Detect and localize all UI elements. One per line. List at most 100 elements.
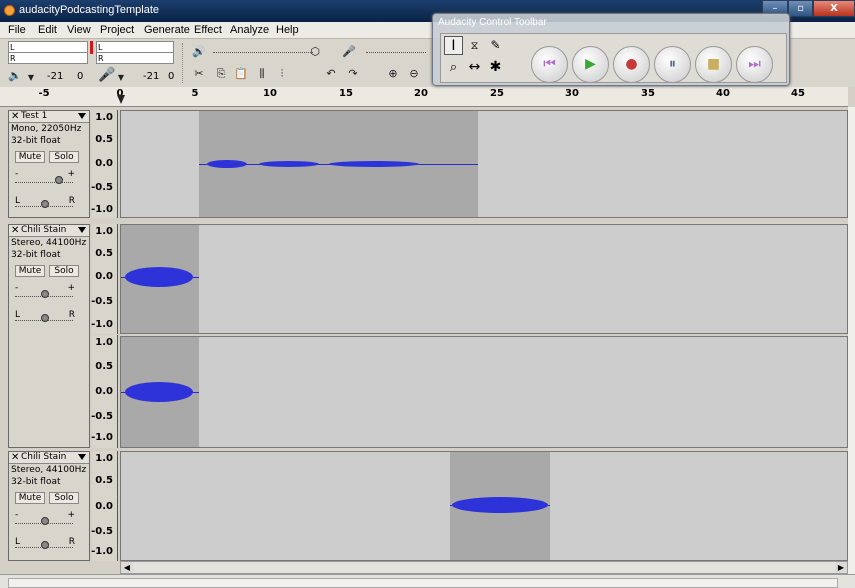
record-icon[interactable]: ● [613,46,650,83]
audio-clip[interactable] [450,452,550,560]
menu-analyze[interactable]: Analyze [230,24,269,36]
audacity-app-icon [4,5,15,16]
audio-clip[interactable] [121,337,199,447]
audio-clip[interactable] [121,225,199,333]
track-header[interactable]: ✕ Chili Stain [9,452,89,464]
gain-plus-label: + [67,283,75,293]
track-control-panel[interactable]: ✕ Chili Stain Stereo, 44100Hz 32-bit flo… [8,451,90,561]
output-volume-slider[interactable] [213,52,313,53]
skip-to-start-icon[interactable]: ⏮ [531,46,568,83]
menu-view[interactable]: View [67,24,91,36]
mute-button[interactable]: Mute [15,492,45,504]
ruler-label: -5 [38,88,50,99]
scale-label: -0.5 [91,526,113,537]
gain-slider-thumb[interactable] [41,517,49,525]
close-track-icon[interactable]: ✕ [11,452,19,463]
time-shift-tool-icon[interactable]: ↔ [465,58,484,77]
envelope-tool-icon[interactable]: ⧖ [465,36,484,55]
zoom-in-icon[interactable]: ⊕ [384,65,402,83]
output-volume-thumb[interactable]: ⬡ [306,43,324,61]
pan-slider-thumb[interactable] [41,541,49,549]
menu-effect[interactable]: Effect [194,24,222,36]
menu-file[interactable]: File [8,24,26,36]
pan-slider[interactable]: LR [15,537,75,549]
gain-minus-label: - [15,510,19,520]
zoom-out-icon[interactable]: ⊖ [405,65,423,83]
undo-icon[interactable]: ↶ [322,65,340,83]
scale-label: 1.0 [95,226,113,237]
gain-slider[interactable]: - + [15,169,75,184]
track-menu-dropdown[interactable] [78,227,86,233]
mute-button[interactable]: Mute [15,151,45,163]
pan-slider-thumb[interactable] [41,200,49,208]
zoom-tool-icon[interactable]: ⌕ [444,58,463,77]
menu-edit[interactable]: Edit [38,24,57,36]
play-icon[interactable]: ▶ [572,46,609,83]
gain-slider-thumb[interactable] [55,176,63,184]
redo-icon[interactable]: ↷ [344,65,362,83]
gain-slider[interactable]: - + [15,283,75,298]
menu-help[interactable]: Help [276,24,299,36]
pan-right-label: R [68,310,75,320]
waveform-area[interactable] [120,110,848,218]
horizontal-scrollbar[interactable]: ◀ ▶ [120,561,848,574]
gain-slider[interactable]: - + [15,510,75,525]
close-track-icon[interactable]: ✕ [11,225,19,236]
waveform-area[interactable] [120,451,848,561]
silence-icon[interactable]: ⫶ [273,65,291,83]
gain-slider-thumb[interactable] [41,290,49,298]
audio-clip[interactable] [199,111,478,217]
playback-meter-dropdown[interactable]: ▼ [22,69,40,87]
gain-minus-label: - [15,169,19,179]
pause-icon[interactable]: ⏸ [654,46,691,83]
scale-label: -1.0 [91,546,113,557]
track-control-panel[interactable]: ✕ Test 1 Mono, 22050Hz 32-bit float Mute… [8,110,90,218]
track-format: Stereo, 44100Hz [11,238,87,248]
record-meter-right[interactable]: R [96,52,174,64]
waveform-area[interactable] [120,336,848,448]
pan-left-label: L [15,310,21,320]
multi-tool-icon[interactable]: ✱ [486,58,505,77]
menu-generate[interactable]: Generate [144,24,190,36]
input-volume-slider[interactable] [366,52,426,53]
scale-label: -1.0 [91,432,113,443]
scroll-left-arrow[interactable]: ◀ [121,562,133,573]
trim-icon[interactable]: ⫼ [253,65,271,83]
solo-button[interactable]: Solo [49,151,79,163]
copy-icon[interactable]: ⎘ [212,65,230,83]
control-toolbar-window[interactable]: Audacity Control Toolbar I ⧖ ✎ ⌕ ↔ ✱ ⏮ ▶… [432,13,790,86]
scale-label: -0.5 [91,182,113,193]
scale-label: 1.0 [95,337,113,348]
pan-slider[interactable]: LR [15,196,75,208]
pan-slider[interactable]: LR [15,310,75,322]
close-track-icon[interactable]: ✕ [11,111,19,122]
draw-tool-icon[interactable]: ✎ [486,36,505,55]
play-head-marker[interactable] [117,95,125,104]
track-header[interactable]: ✕ Chili Stain [9,225,89,237]
track-control-panel[interactable]: ✕ Chili Stain Stereo, 44100Hz 32-bit flo… [8,224,90,448]
vertical-scrollbar[interactable] [848,107,855,574]
ruler-label: 10 [263,88,277,99]
selection-tool-icon[interactable]: I [444,36,463,55]
stop-icon[interactable]: ■ [695,46,732,83]
solo-button[interactable]: Solo [49,265,79,277]
close-button[interactable]: X [813,0,855,17]
playback-meter-right[interactable]: R [8,52,88,64]
waveform-peak [125,382,193,402]
timeline-ruler[interactable]: -5 0 5 10 15 20 25 30 35 40 45 [0,87,848,107]
waveform-area[interactable] [120,224,848,334]
paste-icon[interactable]: 📋 [232,65,250,83]
track-header[interactable]: ✕ Test 1 [9,111,89,123]
track-menu-dropdown[interactable] [78,113,86,119]
scale-label: -0.5 [91,296,113,307]
solo-button[interactable]: Solo [49,492,79,504]
maximize-button[interactable]: ▫ [788,0,813,17]
pan-slider-thumb[interactable] [41,314,49,322]
record-meter-dropdown[interactable]: ▼ [112,69,130,87]
mute-button[interactable]: Mute [15,265,45,277]
menu-project[interactable]: Project [100,24,134,36]
cut-icon[interactable]: ✂ [190,65,208,83]
track-menu-dropdown[interactable] [78,454,86,460]
skip-to-end-icon[interactable]: ⏭ [736,46,773,83]
scroll-right-arrow[interactable]: ▶ [835,562,847,573]
